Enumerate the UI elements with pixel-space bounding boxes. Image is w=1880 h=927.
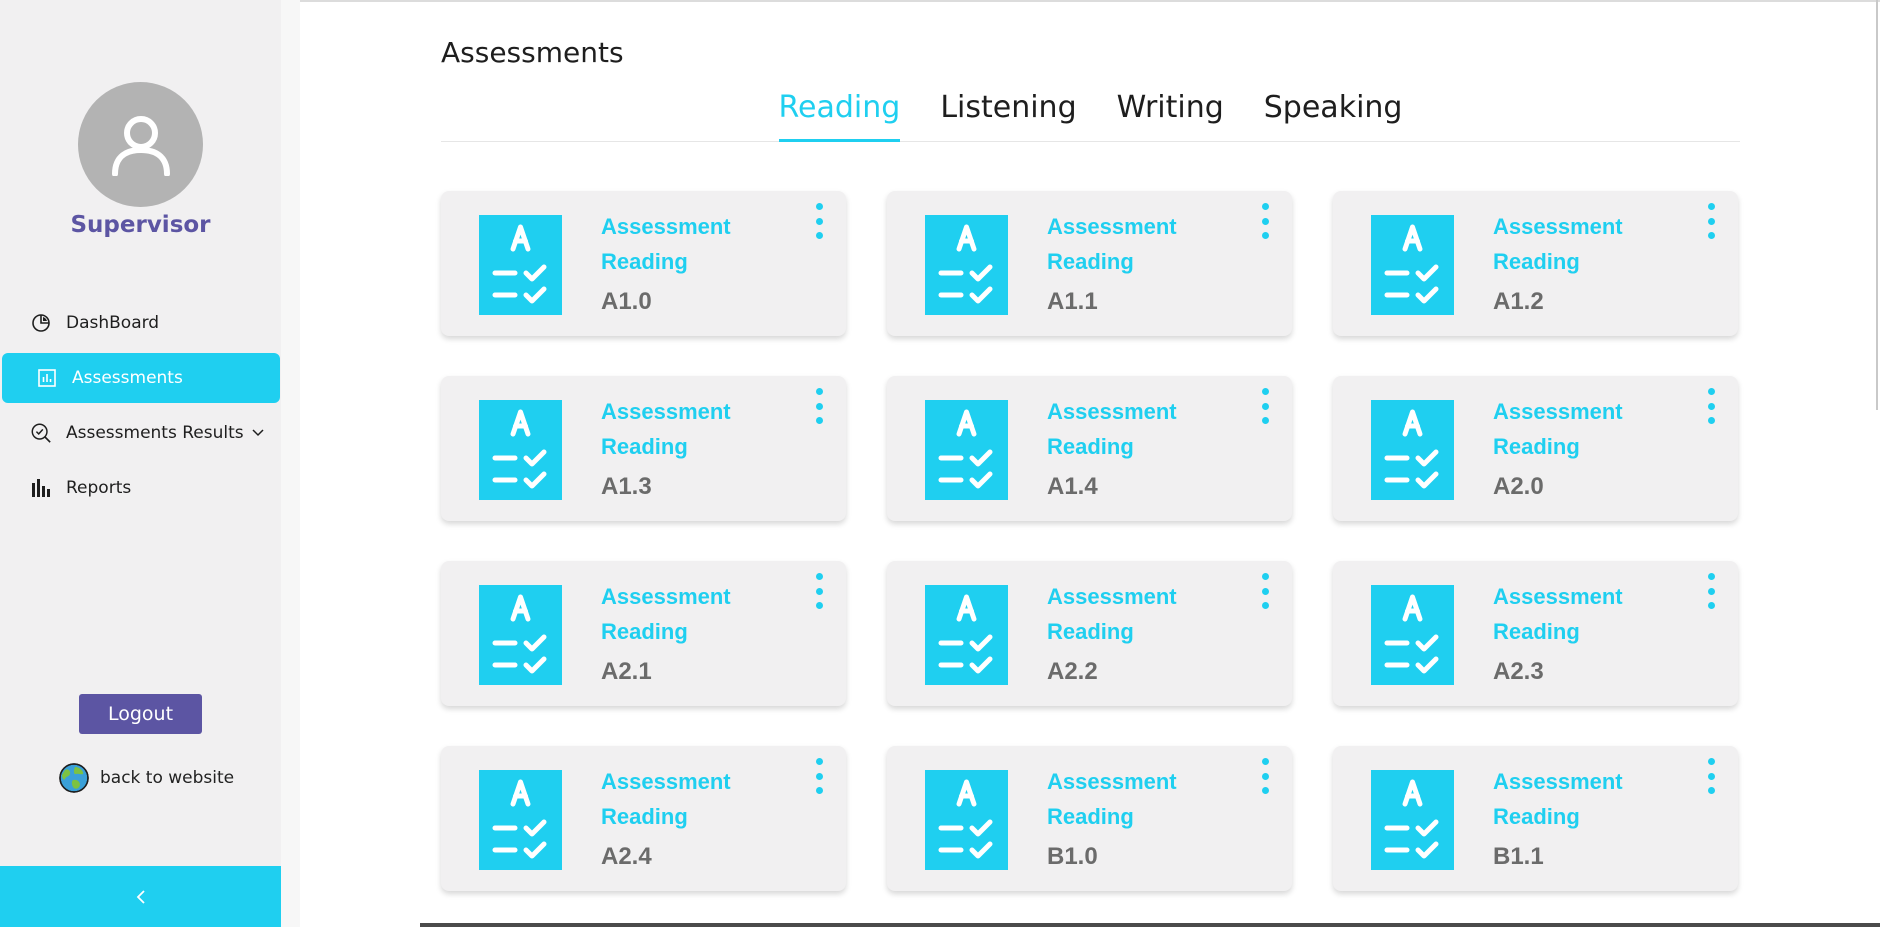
card-level: A1.0	[601, 288, 652, 315]
sidebar-item-reports[interactable]: Reports	[2, 463, 280, 513]
assessment-card-grid: Assessment Reading A1.0 Assessment Readi…	[441, 191, 1740, 891]
more-options-icon[interactable]	[1257, 201, 1273, 241]
more-options-icon[interactable]	[811, 386, 827, 426]
card-level: A2.0	[1493, 473, 1544, 500]
card-level: B1.1	[1493, 843, 1544, 870]
chevron-down-icon[interactable]	[252, 426, 264, 441]
assessment-card[interactable]: Assessment Reading A2.0	[1333, 376, 1738, 521]
sidebar-item-label: DashBoard	[66, 313, 160, 333]
card-title: Assessment Reading	[601, 769, 731, 829]
assessment-card[interactable]: Assessment Reading A2.4	[441, 746, 846, 891]
tab-listening[interactable]: Listening	[920, 86, 1096, 141]
sidebar-item-dashboard[interactable]: DashBoard	[2, 298, 280, 348]
assessment-document-icon	[925, 585, 1008, 685]
sidebar-item-assessments[interactable]: Assessments	[2, 353, 280, 403]
user-icon	[111, 115, 170, 176]
sidebar-item-label: Assessments	[72, 368, 183, 388]
bar-chart-box-icon	[36, 367, 58, 389]
card-title: Assessment Reading	[601, 214, 731, 274]
pie-chart-icon	[30, 312, 52, 334]
search-check-icon	[30, 422, 52, 444]
more-options-icon[interactable]	[1703, 201, 1719, 241]
card-title: Assessment Reading	[1047, 584, 1177, 644]
more-options-icon[interactable]	[811, 756, 827, 796]
more-options-icon[interactable]	[1703, 386, 1719, 426]
assessment-card[interactable]: Assessment Reading A2.1	[441, 561, 846, 706]
bottom-edge	[420, 923, 1880, 927]
assessment-document-icon	[479, 585, 562, 685]
card-level: A2.1	[601, 658, 652, 685]
card-title: Assessment Reading	[1493, 584, 1623, 644]
assessment-tabs: Reading Listening Writing Speaking	[441, 86, 1740, 142]
assessment-document-icon	[1371, 400, 1454, 500]
more-options-icon[interactable]	[1257, 756, 1273, 796]
assessment-document-icon	[925, 215, 1008, 315]
card-title: Assessment Reading	[1047, 399, 1177, 459]
assessment-card[interactable]: Assessment Reading A1.4	[887, 376, 1292, 521]
logout-button[interactable]: Logout	[79, 694, 202, 734]
card-level: A1.2	[1493, 288, 1544, 315]
globe-icon	[59, 763, 89, 793]
assessment-card[interactable]: Assessment Reading A1.0	[441, 191, 846, 336]
assessment-document-icon	[1371, 585, 1454, 685]
assessment-document-icon	[1371, 770, 1454, 870]
assessment-document-icon	[1371, 215, 1454, 315]
avatar[interactable]	[78, 82, 203, 207]
assessment-card[interactable]: Assessment Reading A2.2	[887, 561, 1292, 706]
more-options-icon[interactable]	[1703, 756, 1719, 796]
card-level: B1.0	[1047, 843, 1098, 870]
assessment-card[interactable]: Assessment Reading A2.3	[1333, 561, 1738, 706]
sidebar: Supervisor DashBoard Assessments Assessm…	[0, 0, 281, 927]
card-title: Assessment Reading	[1047, 214, 1177, 274]
assessment-card[interactable]: Assessment Reading B1.0	[887, 746, 1292, 891]
card-level: A2.4	[601, 843, 652, 870]
sidebar-item-assessments-results[interactable]: Assessments Results	[2, 408, 280, 458]
sidebar-item-label: Assessments Results	[66, 423, 244, 443]
card-level: A2.2	[1047, 658, 1098, 685]
more-options-icon[interactable]	[811, 571, 827, 611]
back-to-website-label: back to website	[100, 768, 235, 788]
card-title: Assessment Reading	[1493, 399, 1623, 459]
assessment-document-icon	[925, 400, 1008, 500]
assessment-document-icon	[479, 400, 562, 500]
card-level: A2.3	[1493, 658, 1544, 685]
scrollbar[interactable]	[1876, 0, 1878, 410]
user-name: Supervisor	[70, 212, 211, 238]
card-title: Assessment Reading	[1493, 769, 1623, 829]
tab-writing[interactable]: Writing	[1097, 86, 1244, 141]
chevron-left-icon	[136, 889, 145, 904]
card-title: Assessment Reading	[1493, 214, 1623, 274]
sidebar-item-label: Reports	[66, 478, 132, 498]
card-title: Assessment Reading	[1047, 769, 1177, 829]
card-title: Assessment Reading	[601, 399, 731, 459]
sidebar-collapse-button[interactable]	[0, 866, 281, 927]
card-level: A1.3	[601, 473, 652, 500]
sidebar-gutter	[281, 0, 300, 927]
card-title: Assessment Reading	[601, 584, 731, 644]
assessment-card[interactable]: Assessment Reading B1.1	[1333, 746, 1738, 891]
assessment-card[interactable]: Assessment Reading A1.3	[441, 376, 846, 521]
assessment-document-icon	[479, 770, 562, 870]
assessment-card[interactable]: Assessment Reading A1.2	[1333, 191, 1738, 336]
card-level: A1.1	[1047, 288, 1098, 315]
assessment-document-icon	[479, 215, 562, 315]
card-level: A1.4	[1047, 473, 1098, 500]
sidebar-nav: DashBoard Assessments Assessments Result…	[2, 298, 280, 518]
more-options-icon[interactable]	[1703, 571, 1719, 611]
more-options-icon[interactable]	[1257, 386, 1273, 426]
assessment-document-icon	[925, 770, 1008, 870]
more-options-icon[interactable]	[811, 201, 827, 241]
page-title: Assessments	[441, 36, 624, 69]
more-options-icon[interactable]	[1257, 571, 1273, 611]
tab-reading[interactable]: Reading	[759, 86, 921, 142]
assessment-card[interactable]: Assessment Reading A1.1	[887, 191, 1292, 336]
bar-graph-icon	[30, 477, 52, 499]
tab-speaking[interactable]: Speaking	[1244, 86, 1423, 141]
back-to-website-link[interactable]: back to website	[58, 762, 234, 794]
